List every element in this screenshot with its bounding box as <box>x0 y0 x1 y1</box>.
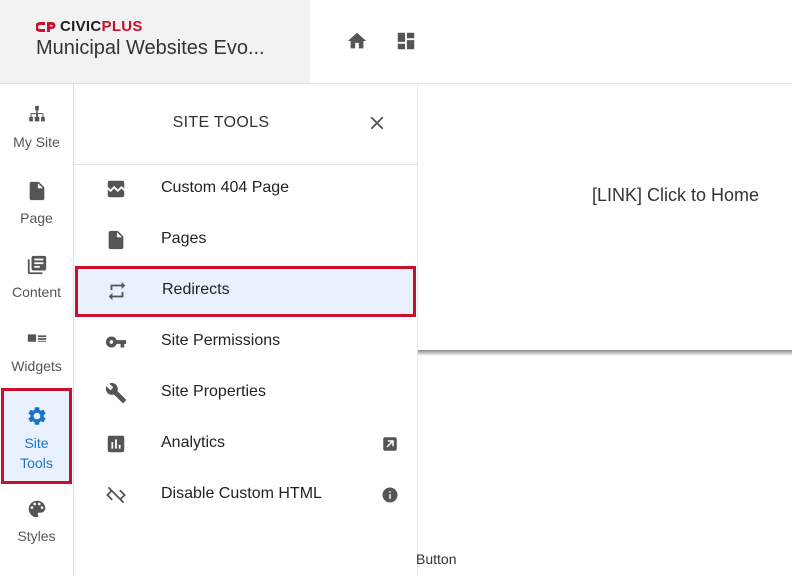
open-external-icon[interactable] <box>381 435 399 453</box>
content-section-shadow <box>418 350 792 356</box>
dashboard-icon[interactable] <box>395 30 417 52</box>
menu-label-site-permissions: Site Permissions <box>161 332 281 349</box>
rail-label-my-site: My Site <box>13 134 60 150</box>
civicplus-logo: CIVICPLUS <box>36 18 143 35</box>
home-link[interactable]: [LINK] Click to Home <box>592 185 759 206</box>
info-icon[interactable] <box>381 486 399 504</box>
rail-label-widgets: Widgets <box>11 358 62 374</box>
menu-label-site-properties: Site Properties <box>161 383 266 400</box>
content-icon <box>27 255 46 275</box>
rail-label-page: Page <box>20 210 53 226</box>
logo-text-plus: PLUS <box>101 18 143 35</box>
content-button-label[interactable]: Button <box>416 551 456 567</box>
redirect-icon <box>108 281 126 301</box>
app-root: CIVICPLUS Municipal Websites Evo... My S… <box>0 0 792 576</box>
rail-label-site-tools: Site Tools <box>4 433 69 473</box>
widgets-icon <box>27 334 46 342</box>
menu-item-custom-404[interactable]: Custom 404 Page <box>74 164 417 215</box>
rail-item-site-tools[interactable]: Site Tools <box>1 388 72 484</box>
menu-label-custom-404: Custom 404 Page <box>161 179 290 196</box>
rail-label-site-tools-line1: Site <box>24 435 49 451</box>
rail-item-page[interactable]: Page <box>0 180 73 250</box>
brand-area: CIVICPLUS Municipal Websites Evo... <box>0 0 310 83</box>
close-icon[interactable] <box>366 112 388 134</box>
sitemap-icon <box>28 105 45 122</box>
menu-item-disable-custom-html[interactable]: Disable Custom HTML <box>74 470 417 521</box>
site-tools-panel: SITE TOOLS Custom 404 Page Pages Redirec… <box>74 84 418 576</box>
rail-label-site-tools-line2: Tools <box>20 455 53 471</box>
broken-image-icon <box>107 180 125 198</box>
rail-item-styles[interactable]: Styles <box>0 498 73 568</box>
menu-label-analytics: Analytics <box>161 434 226 451</box>
menu-item-site-properties[interactable]: Site Properties <box>74 368 417 419</box>
wrench-icon <box>105 383 127 404</box>
rail-item-content[interactable]: Content <box>0 254 73 324</box>
menu-item-pages[interactable]: Pages <box>74 215 417 266</box>
rail-label-styles: Styles <box>17 528 56 544</box>
logo-text-civic: CIVIC <box>60 18 102 35</box>
left-rail: My Site Page Content Widgets Site Tools … <box>0 84 74 576</box>
page-icon <box>29 181 44 201</box>
rail-label-content: Content <box>11 284 62 300</box>
rail-item-my-site[interactable]: My Site <box>0 104 73 174</box>
gear-icon <box>27 407 46 425</box>
menu-label-pages: Pages <box>161 230 207 247</box>
analytics-icon <box>107 435 125 453</box>
site-name: Municipal Websites Evo... <box>36 37 265 59</box>
menu-label-disable-custom-html: Disable Custom HTML <box>161 485 322 502</box>
page-icon <box>108 230 124 250</box>
panel-title: SITE TOOLS <box>172 114 270 131</box>
civicplus-logo-icon <box>36 21 56 32</box>
palette-icon <box>28 500 45 518</box>
key-icon <box>105 336 127 348</box>
code-off-icon <box>106 486 126 504</box>
menu-item-analytics[interactable]: Analytics <box>74 419 417 470</box>
home-icon[interactable] <box>346 30 368 52</box>
menu-item-site-permissions[interactable]: Site Permissions <box>74 317 417 368</box>
menu-item-redirects[interactable]: Redirects <box>75 266 416 317</box>
menu-label-redirects: Redirects <box>162 281 230 298</box>
